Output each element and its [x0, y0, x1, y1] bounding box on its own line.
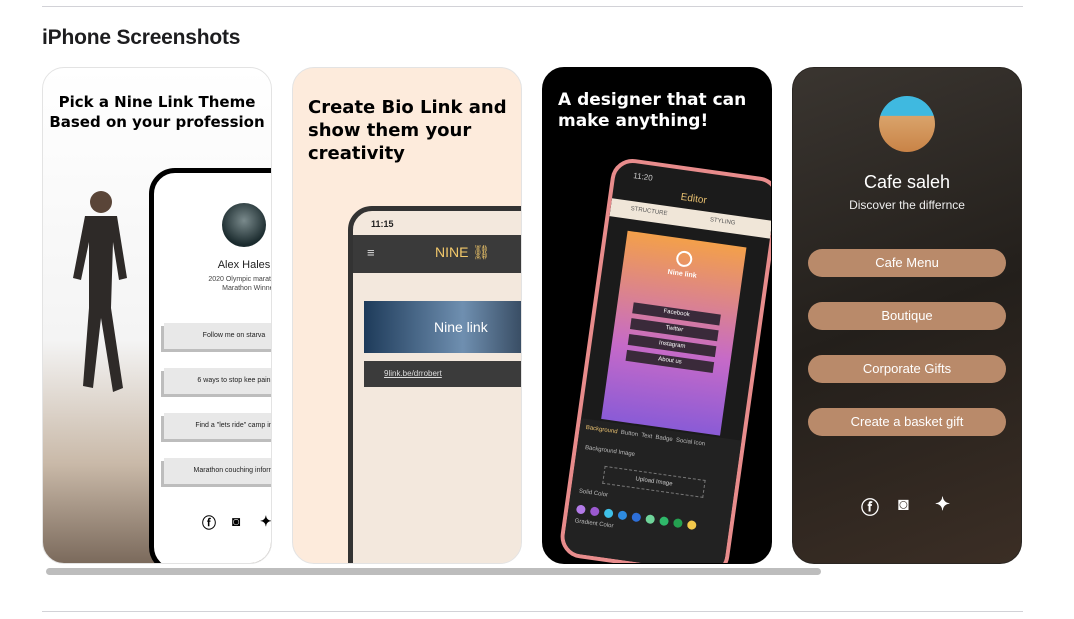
banner-image: Nine link — [364, 301, 521, 353]
screenshot-4[interactable]: Cafe saleh Discover the differnce Cafe M… — [792, 67, 1022, 564]
banner-text: Nine link — [434, 319, 488, 335]
screenshot-1[interactable]: Pick a Nine Link Theme Based on your pro… — [42, 67, 272, 564]
panel-tab: Social Icon — [675, 437, 706, 448]
color-swatch — [589, 506, 600, 517]
link-button: 6 ways to stop kee pain — [164, 368, 271, 394]
link-button: Corporate Gifts — [808, 355, 1006, 383]
profile-tagline: Discover the differnce — [849, 198, 965, 212]
avatar — [222, 203, 266, 247]
link-button: Follow me on starva — [164, 323, 271, 349]
scrollbar-thumb[interactable] — [46, 568, 821, 575]
panel-tab: Background — [585, 424, 618, 436]
twitter-icon: ✦ — [935, 494, 951, 514]
profile-name: Alex Hales — [217, 259, 271, 271]
bg-image-label: Background Image — [584, 444, 636, 458]
phone-mockup: 11:15 ≡ NINE ⛓ Nine link 9link.be/drrobe… — [348, 206, 521, 563]
screenshot-headline: Pick a Nine Link Theme Based on your pro… — [49, 93, 265, 131]
runner-image — [73, 191, 127, 392]
bottom-divider — [42, 611, 1023, 612]
screenshot-2[interactable]: Create Bio Link and show them your creat… — [292, 67, 522, 564]
panel-tab: Badge — [655, 434, 674, 444]
color-swatch — [603, 508, 614, 519]
color-swatch — [645, 514, 656, 525]
status-time: 11:20 — [632, 171, 654, 183]
link-button: Cafe Menu — [808, 249, 1006, 277]
panel-tab: Text — [640, 432, 653, 441]
link-button: Create a basket gift — [808, 408, 1006, 436]
menu-icon: ≡ — [367, 245, 375, 260]
color-swatch — [617, 510, 628, 521]
color-swatch — [631, 512, 642, 523]
phone-mockup: 11:20 Editor STRUCTURE STYLING Nine link… — [557, 156, 771, 563]
facebook-icon: ⓕ — [202, 515, 216, 531]
avatar — [879, 96, 935, 152]
link-button: Marathon couching inform — [164, 458, 271, 484]
theme-preview: Nine link Facebook Twitter Instagram Abo… — [601, 230, 747, 436]
section-title: iPhone Screenshots — [42, 26, 241, 49]
color-swatch — [575, 504, 586, 515]
color-swatches — [575, 500, 702, 535]
color-swatch — [658, 516, 670, 527]
screenshot-headline: Create Bio Link and show them your creat… — [308, 97, 507, 164]
horizontal-scrollbar[interactable] — [42, 566, 1023, 578]
profile-name: Cafe saleh — [863, 172, 951, 192]
color-swatch — [686, 519, 697, 531]
phone-mockup: Alex Hales 2020 Olympic marathon w Marat… — [149, 168, 272, 563]
twitter-icon: ✦ — [260, 513, 272, 529]
logo-icon — [675, 249, 694, 268]
link-button: Boutique — [808, 302, 1006, 330]
upload-button: Upload Image — [602, 465, 706, 498]
link-row: 9link.be/drrobert — [364, 361, 521, 387]
screenshot-3[interactable]: A designer that can make anything! 11:20… — [542, 67, 772, 564]
tab-structure: STRUCTURE — [630, 206, 668, 218]
color-swatch — [672, 518, 684, 529]
instagram-icon: ◙ — [232, 513, 241, 529]
instagram-icon: ◙ — [898, 494, 909, 514]
style-panel: Background Button Text Badge Social Icon… — [561, 418, 742, 563]
panel-tab: Button — [620, 429, 639, 439]
app-navbar: ≡ NINE ⛓ — [353, 235, 521, 273]
facebook-icon: ⓕ — [861, 498, 879, 518]
link-button: Find a "lets ride" camp in — [164, 413, 271, 439]
profile-subtitle: 2020 Olympic marathon w Marathon Winner — [208, 276, 271, 292]
solid-color-label: Solid Color — [578, 488, 609, 499]
screenshot-shelf[interactable]: Pick a Nine Link Theme Based on your pro… — [42, 67, 1023, 564]
screenshot-headline: A designer that can make anything! — [558, 90, 747, 131]
top-divider — [42, 6, 1023, 7]
brand-logo: NINE ⛓ — [435, 244, 491, 260]
tab-styling: STYLING — [709, 217, 736, 227]
status-time: 11:15 — [371, 219, 394, 229]
